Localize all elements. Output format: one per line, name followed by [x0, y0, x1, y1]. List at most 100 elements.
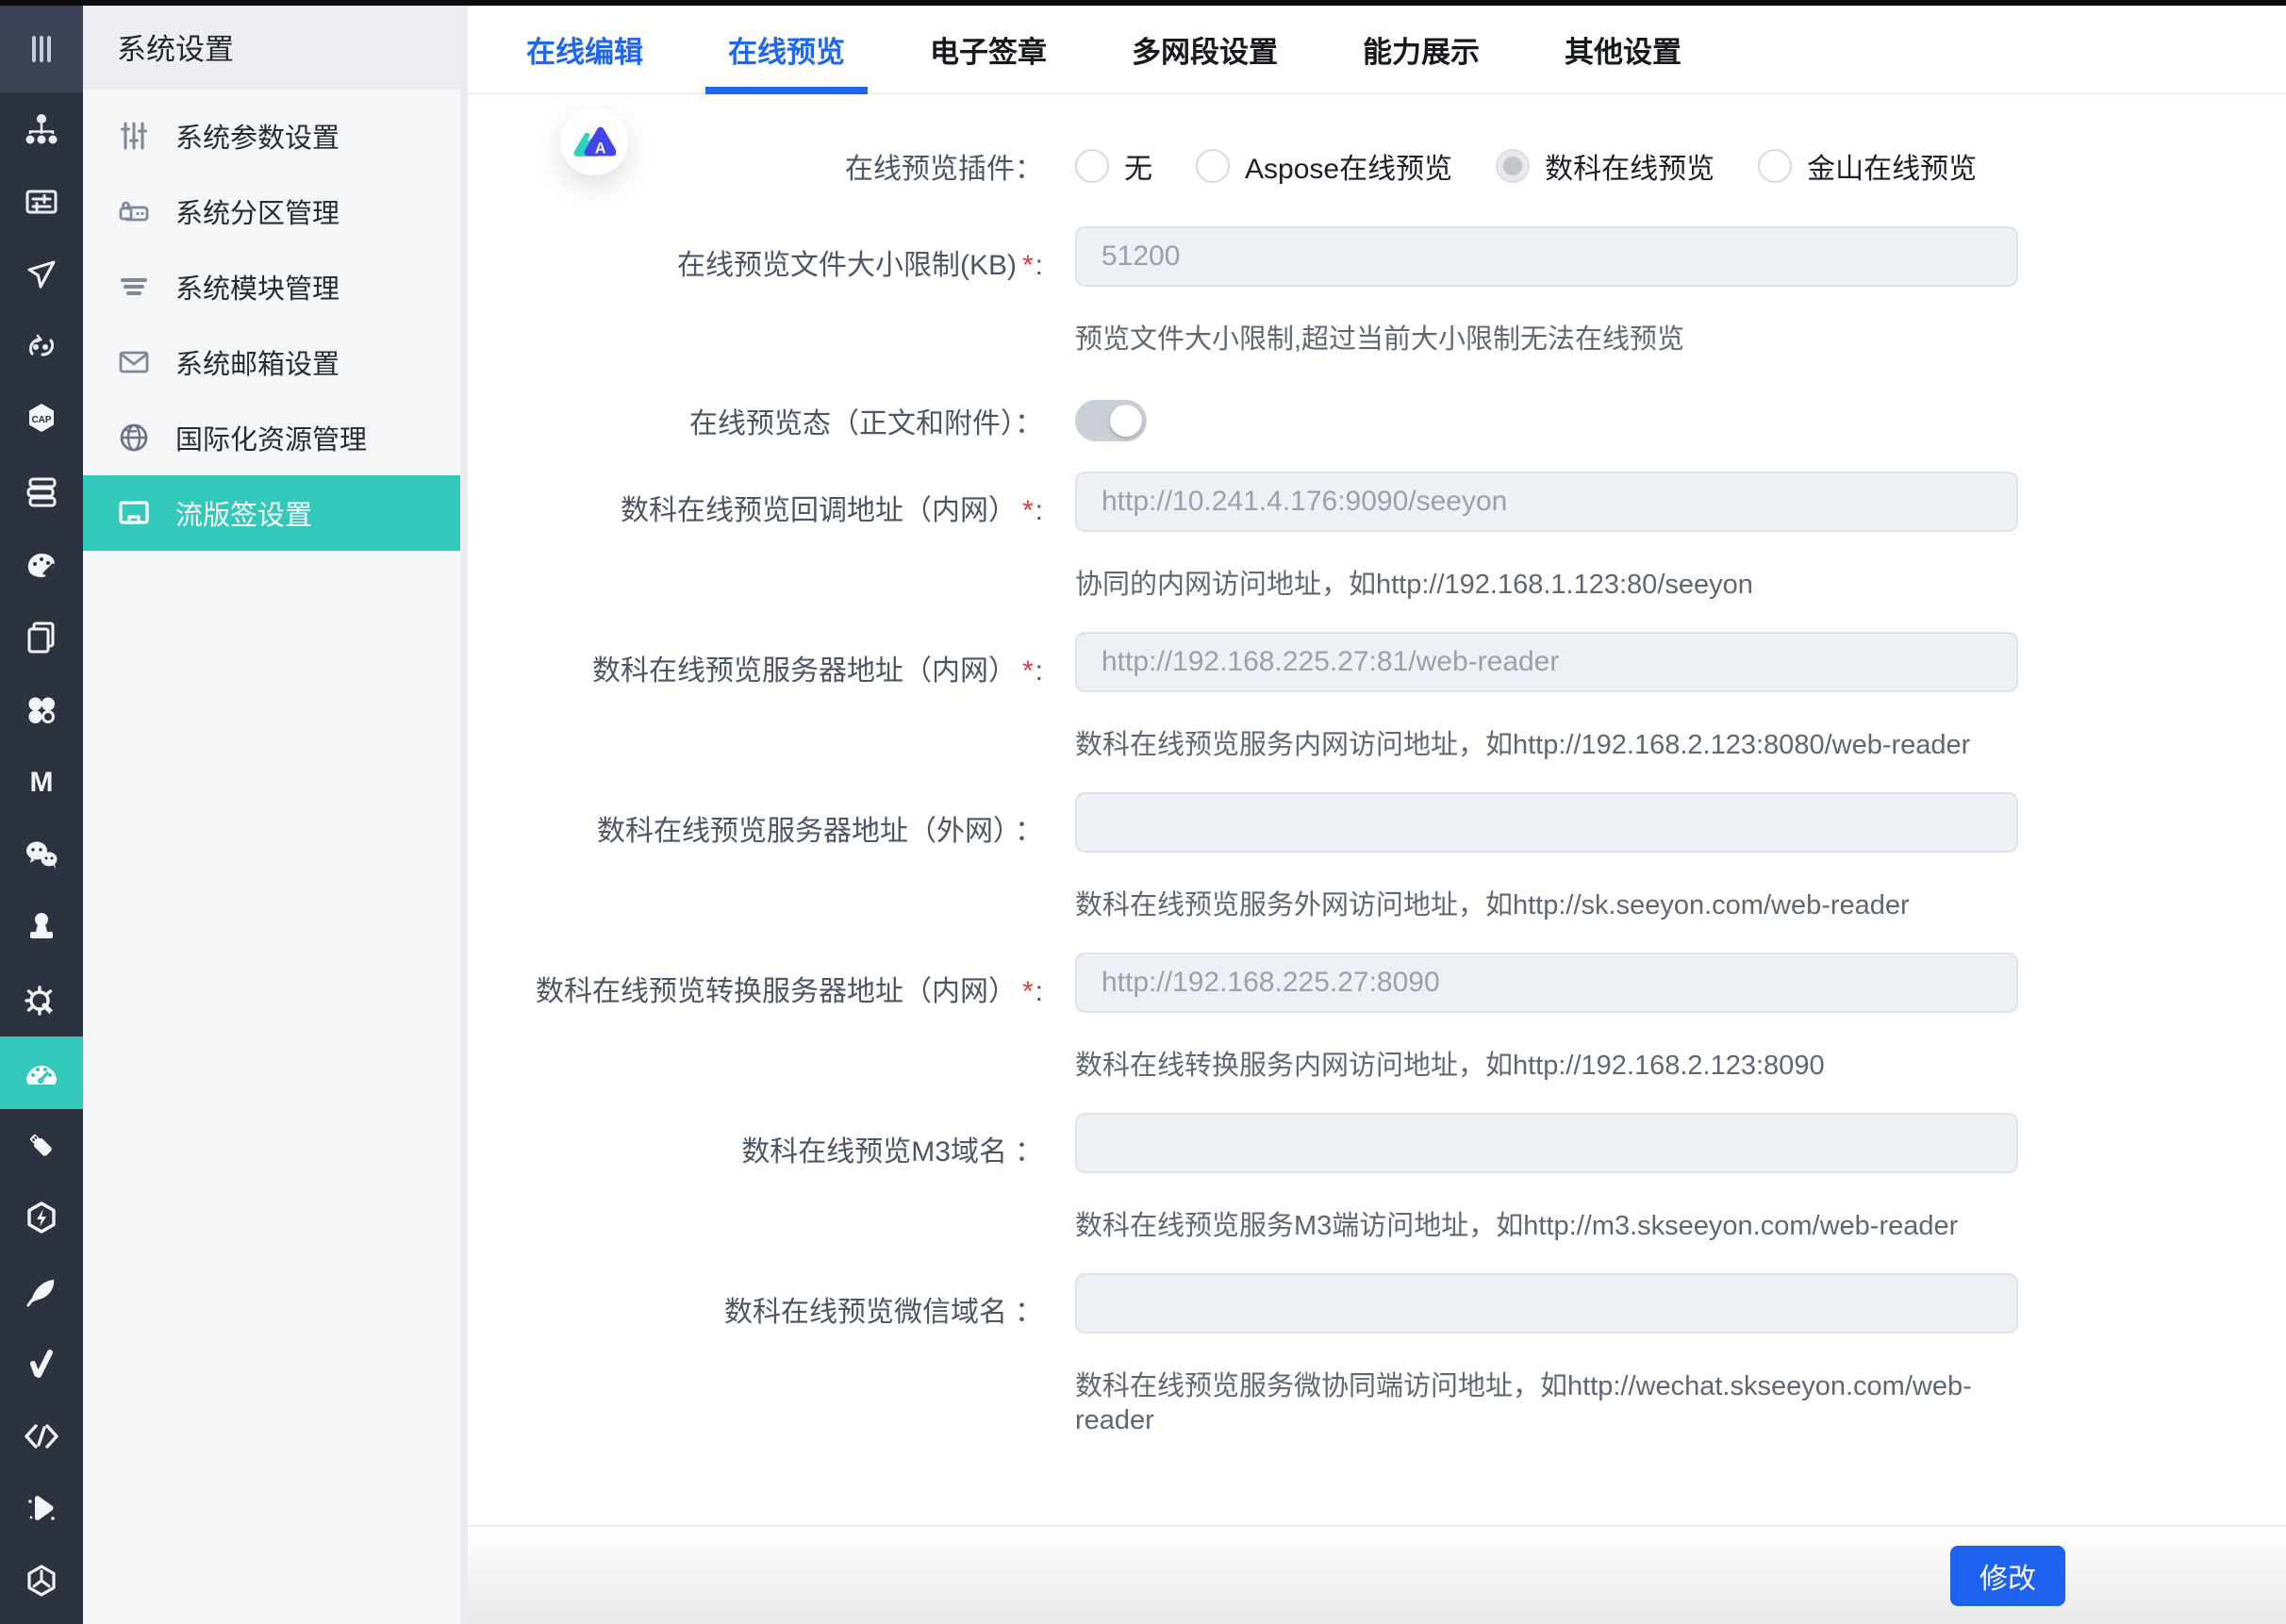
- module-lines-icon: [115, 268, 153, 306]
- plugin-radio-row: 在线预览插件： 无 Aspose在线预览 数科在线预览 金山在线预览: [468, 145, 2286, 187]
- sidebar-item-system-params[interactable]: 系统参数设置: [83, 98, 460, 174]
- clover-icon: [23, 691, 60, 729]
- sidebar-item-label: 系统分区管理: [175, 191, 340, 231]
- field-label: 数科在线预览服务器地址（外网）：: [468, 792, 1043, 849]
- field-label: 数科在线预览回调地址（内网）*:: [468, 472, 1043, 528]
- form-row-size-limit: 在线预览文件大小限制(KB)*: 预览文件大小限制,超过当前大小限制无法在线预览: [468, 226, 2286, 356]
- rail-item-stamp[interactable]: [0, 891, 83, 964]
- radio-aspose[interactable]: Aspose在线预览: [1196, 145, 1452, 187]
- v-mark-icon: [23, 1345, 60, 1383]
- link-loop-icon: [23, 328, 60, 366]
- svg-text:CAP: CAP: [31, 415, 51, 425]
- tab-bar: 在线编辑 在线预览 电子签章 多网段设置 能力展示 其他设置: [468, 6, 2286, 94]
- wechat-icon: [22, 836, 61, 875]
- sidebar-content-divider: [460, 6, 468, 1624]
- svg-text:M: M: [30, 767, 54, 798]
- field-label: 数科在线预览微信域名：: [468, 1273, 1043, 1330]
- sidebar-item-mailbox[interactable]: 系统邮箱设置: [83, 324, 460, 400]
- cap-badge-icon: CAP: [22, 400, 61, 439]
- size-limit-input[interactable]: [1075, 226, 2018, 287]
- rail-item-config[interactable]: [0, 964, 83, 1036]
- sidebar-item-i18n[interactable]: 国际化资源管理: [83, 400, 460, 475]
- sidebar-item-label: 系统模块管理: [175, 267, 340, 307]
- preview-state-toggle[interactable]: [1075, 400, 1147, 441]
- field-label: 在线预览文件大小限制(KB)*:: [468, 226, 1043, 283]
- plugin-radio-group: 无 Aspose在线预览 数科在线预览 金山在线预览: [1075, 145, 1977, 187]
- hex-propeller-icon: [22, 1562, 61, 1601]
- tab-other-settings[interactable]: 其他设置: [1555, 6, 1691, 92]
- sidebar-item-modules[interactable]: 系统模块管理: [83, 249, 460, 324]
- top-strip: [0, 0, 2286, 6]
- rail-item-dashboard[interactable]: [0, 1036, 83, 1109]
- radio-jinshan[interactable]: 金山在线预览: [1758, 145, 1977, 187]
- layers-stack-icon: [23, 473, 60, 511]
- rail-item-fan[interactable]: [0, 1545, 83, 1617]
- server-intranet-input[interactable]: [1075, 632, 2018, 692]
- tab-capability[interactable]: 能力展示: [1353, 6, 1489, 92]
- field-help-text: 数科在线转换服务内网访问地址，如http://192.168.2.123:809…: [1075, 1049, 2018, 1083]
- translate-logo-badge[interactable]: A: [560, 108, 628, 175]
- field-label: 数科在线预览服务器地址（内网）*:: [468, 632, 1043, 688]
- partition-lock-icon: [115, 192, 153, 230]
- form-row-preview-toggle: 在线预览态（正文和附件）：: [468, 400, 2286, 441]
- rail-collapse-button[interactable]: [0, 6, 83, 92]
- sidebar-item-partition[interactable]: 系统分区管理: [83, 174, 460, 249]
- modify-button[interactable]: 修改: [1950, 1546, 2065, 1606]
- field-help-text: 预览文件大小限制,超过当前大小限制无法在线预览: [1075, 323, 2018, 356]
- plugin-radio-label: 在线预览插件：: [468, 145, 1043, 187]
- tab-e-signature[interactable]: 电子签章: [920, 6, 1056, 92]
- rail-item-panel[interactable]: [0, 165, 83, 238]
- usb-drive-icon: [22, 1126, 61, 1166]
- rail-item-wechat[interactable]: [0, 819, 83, 891]
- org-chart-icon: [23, 110, 60, 148]
- form-row-server-intranet: 数科在线预览服务器地址（内网）*: 数科在线预览服务内网访问地址，如http:/…: [468, 632, 2286, 762]
- tab-online-preview[interactable]: 在线预览: [719, 6, 854, 92]
- rail-item-theme[interactable]: [0, 528, 83, 601]
- rail-item-usb[interactable]: [0, 1109, 83, 1182]
- dashboard-gauge-icon: [21, 1052, 62, 1094]
- rail-item-org[interactable]: [0, 92, 83, 165]
- radio-label: Aspose在线预览: [1245, 145, 1452, 187]
- radio-label: 无: [1124, 145, 1152, 187]
- play-badge-icon: [22, 1489, 61, 1529]
- rail-item-power[interactable]: [0, 1182, 83, 1254]
- tab-multi-network[interactable]: 多网段设置: [1122, 6, 1287, 92]
- rail-item-layers[interactable]: [0, 456, 83, 528]
- m3-domain-input[interactable]: [1075, 1113, 2018, 1173]
- globe-icon: [115, 419, 153, 456]
- rail-item-v[interactable]: [0, 1327, 83, 1400]
- form-row-wechat-domain: 数科在线预览微信域名： 数科在线预览服务微协同端访问地址，如http://wec…: [468, 1273, 2286, 1437]
- form-row-convert-server: 数科在线预览转换服务器地址（内网）*: 数科在线转换服务内网访问地址，如http…: [468, 953, 2286, 1083]
- rail-item-apps[interactable]: [0, 673, 83, 746]
- rail-item-link[interactable]: [0, 310, 83, 383]
- tab-online-edit[interactable]: 在线编辑: [517, 6, 653, 92]
- sidebar: 系统设置 系统参数设置 系统分区管理 系统模块管理 系统邮箱设置: [83, 6, 460, 1624]
- convert-server-input[interactable]: [1075, 953, 2018, 1013]
- callback-intranet-input[interactable]: [1075, 472, 2018, 532]
- control-panel-icon: [23, 183, 60, 221]
- code-brackets-icon: [22, 1417, 61, 1456]
- server-internet-input[interactable]: [1075, 792, 2018, 853]
- menu-collapse-icon: [23, 30, 60, 68]
- radio-shuke[interactable]: 数科在线预览: [1496, 145, 1714, 187]
- radio-none[interactable]: 无: [1075, 145, 1152, 187]
- field-help-text: 协同的内网访问地址，如http://192.168.1.123:80/seeyo…: [1075, 568, 2018, 602]
- rail-item-media[interactable]: [0, 1472, 83, 1545]
- rail-item-send[interactable]: [0, 238, 83, 310]
- sidebar-item-label: 系统参数设置: [175, 116, 340, 156]
- radio-circle-icon: [1758, 149, 1792, 183]
- form-row-callback-intranet: 数科在线预览回调地址（内网）*: 协同的内网访问地址，如http://192.1…: [468, 472, 2286, 602]
- monitor-icon: [115, 494, 153, 532]
- sidebar-item-stream-signature[interactable]: 流版签设置: [83, 475, 460, 551]
- rail-item-m3[interactable]: M: [0, 746, 83, 819]
- feather-icon: [22, 1271, 61, 1311]
- rail-item-code[interactable]: [0, 1400, 83, 1472]
- wechat-domain-input[interactable]: [1075, 1273, 2018, 1334]
- icon-rail: CAP M: [0, 6, 83, 1624]
- rail-item-docs[interactable]: [0, 601, 83, 673]
- sidebar-item-label: 国际化资源管理: [175, 418, 367, 457]
- field-help-text: 数科在线预览服务外网访问地址，如http://sk.seeyon.com/web…: [1075, 888, 2018, 922]
- field-label: 数科在线预览M3域名：: [468, 1113, 1043, 1169]
- rail-item-cap[interactable]: CAP: [0, 383, 83, 456]
- rail-item-sign[interactable]: [0, 1254, 83, 1327]
